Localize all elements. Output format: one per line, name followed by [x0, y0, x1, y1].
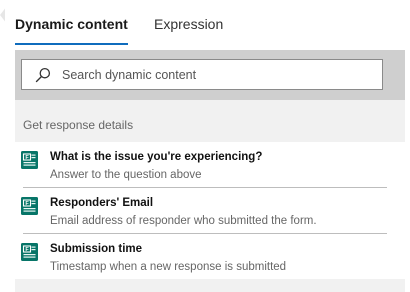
- search-area: [15, 50, 405, 100]
- item-description: Timestamp when a new response is submitt…: [50, 261, 287, 273]
- search-box[interactable]: [21, 59, 383, 90]
- item-description: Answer to the question above: [50, 169, 202, 181]
- dynamic-content-panel: Dynamic content Expression Get response …: [5, 0, 410, 292]
- tab-bar: Dynamic content Expression: [15, 0, 405, 48]
- item-title: Responders' Email: [50, 197, 154, 209]
- list-item[interactable]: F What is the issue you're experiencing?…: [15, 142, 405, 187]
- forms-icon: F: [21, 151, 38, 169]
- tab-expression[interactable]: Expression: [154, 16, 223, 32]
- search-input[interactable]: [62, 60, 362, 89]
- item-title: What is the issue you're experiencing?: [50, 151, 263, 163]
- list-item[interactable]: F Submission time Timestamp when a new r…: [15, 234, 405, 279]
- section-header: Get response details: [23, 118, 134, 132]
- search-icon: [35, 67, 51, 83]
- active-tab-indicator: [15, 43, 128, 45]
- forms-icon: F: [21, 243, 38, 261]
- tab-dynamic-content[interactable]: Dynamic content: [15, 16, 128, 32]
- item-description: Email address of responder who submitted…: [50, 215, 317, 227]
- dynamic-content-list: F What is the issue you're experiencing?…: [15, 142, 405, 279]
- content-area: Get response details F What is the issue…: [15, 100, 405, 292]
- item-title: Submission time: [50, 243, 143, 255]
- list-item[interactable]: F Responders' Email Email address of res…: [15, 188, 405, 233]
- forms-icon: F: [21, 197, 38, 215]
